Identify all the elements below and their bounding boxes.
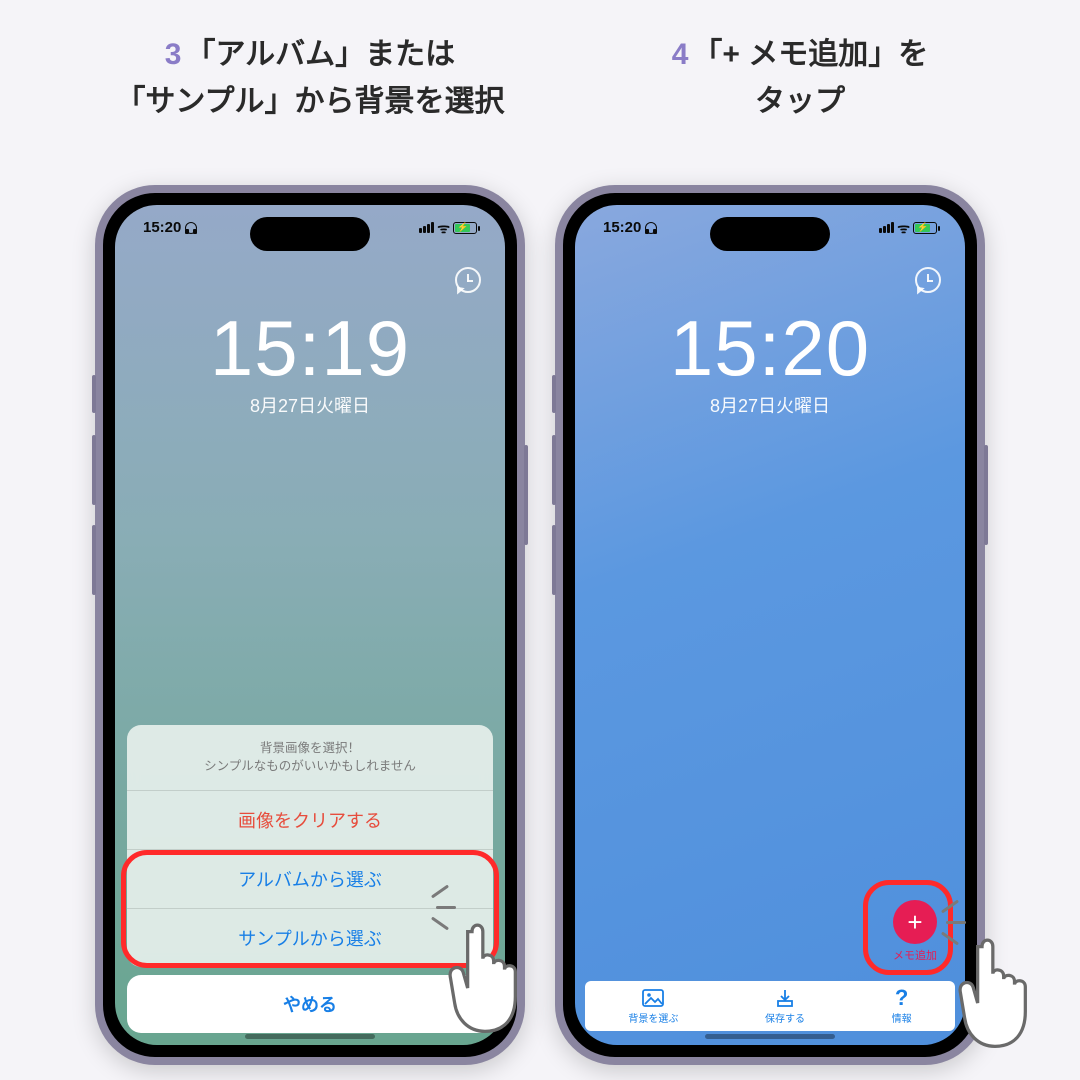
home-indicator bbox=[705, 1034, 835, 1039]
sheet-from-album[interactable]: アルバムから選ぶ bbox=[127, 849, 493, 908]
download-icon bbox=[765, 987, 805, 1009]
wifi-icon: ᯤ bbox=[897, 221, 910, 235]
step-4-caption: 4「+ メモ追加」をタップ bbox=[560, 32, 1040, 125]
sheet-from-sample[interactable]: サンプルから選ぶ bbox=[127, 908, 493, 967]
status-time: 15:20 bbox=[603, 219, 641, 236]
action-sheet: 背景画像を選択！ シンプルなものがいいかもしれません 画像をクリアする アルバム… bbox=[127, 725, 493, 1034]
sheet-header: 背景画像を選択！ シンプルなものがいいかもしれません bbox=[127, 725, 493, 791]
phone-mockup-left: 15:20 ᯤ ⚡ 15:19 8月27日火曜日 背景画像を選択！ シンプルなも… bbox=[95, 185, 525, 1065]
step-number-4: 4 bbox=[672, 38, 689, 71]
toolbar-background[interactable]: 背景を選ぶ bbox=[628, 987, 678, 1025]
battery-charging-icon: ⚡ bbox=[453, 222, 477, 234]
add-memo-fab[interactable]: + メモ追加 bbox=[893, 900, 937, 963]
bottom-toolbar: 背景を選ぶ 保存する ? 情報 bbox=[585, 981, 955, 1031]
step-number-3: 3 bbox=[165, 38, 182, 71]
cellular-icon bbox=[419, 222, 434, 233]
clock-date: 8月27日火曜日 bbox=[575, 392, 965, 418]
headphones-icon bbox=[645, 222, 657, 234]
image-icon bbox=[628, 987, 678, 1009]
toolbar-info[interactable]: ? 情報 bbox=[892, 987, 912, 1025]
cellular-icon bbox=[879, 222, 894, 233]
step-4-text: 「+ メモ追加」をタップ bbox=[692, 38, 928, 118]
lock-clock: 15:19 8月27日火曜日 bbox=[115, 303, 505, 418]
lock-clock: 15:20 8月27日火曜日 bbox=[575, 303, 965, 418]
status-bar: 15:20 ᯤ ⚡ bbox=[575, 219, 965, 236]
battery-charging-icon: ⚡ bbox=[913, 222, 937, 234]
sheet-clear-image[interactable]: 画像をクリアする bbox=[127, 790, 493, 849]
phone-mockup-right: 15:20 ᯤ ⚡ 15:20 8月27日火曜日 + メモ追加 背景を選ぶ bbox=[555, 185, 985, 1065]
question-icon: ? bbox=[892, 987, 912, 1009]
status-time: 15:20 bbox=[143, 219, 181, 236]
step-3-caption: 3「アルバム」または「サンプル」から背景を選択 bbox=[70, 32, 550, 125]
sheet-cancel[interactable]: やめる bbox=[127, 975, 493, 1033]
headphones-icon bbox=[185, 222, 197, 234]
status-bar: 15:20 ᯤ ⚡ bbox=[115, 219, 505, 236]
clock-time: 15:20 bbox=[575, 303, 965, 394]
plus-icon[interactable]: + bbox=[893, 900, 937, 944]
fab-label: メモ追加 bbox=[893, 947, 937, 963]
home-indicator bbox=[245, 1034, 375, 1039]
clock-time: 15:19 bbox=[115, 303, 505, 394]
clock-date: 8月27日火曜日 bbox=[115, 392, 505, 418]
toolbar-save[interactable]: 保存する bbox=[765, 987, 805, 1025]
wifi-icon: ᯤ bbox=[437, 221, 450, 235]
